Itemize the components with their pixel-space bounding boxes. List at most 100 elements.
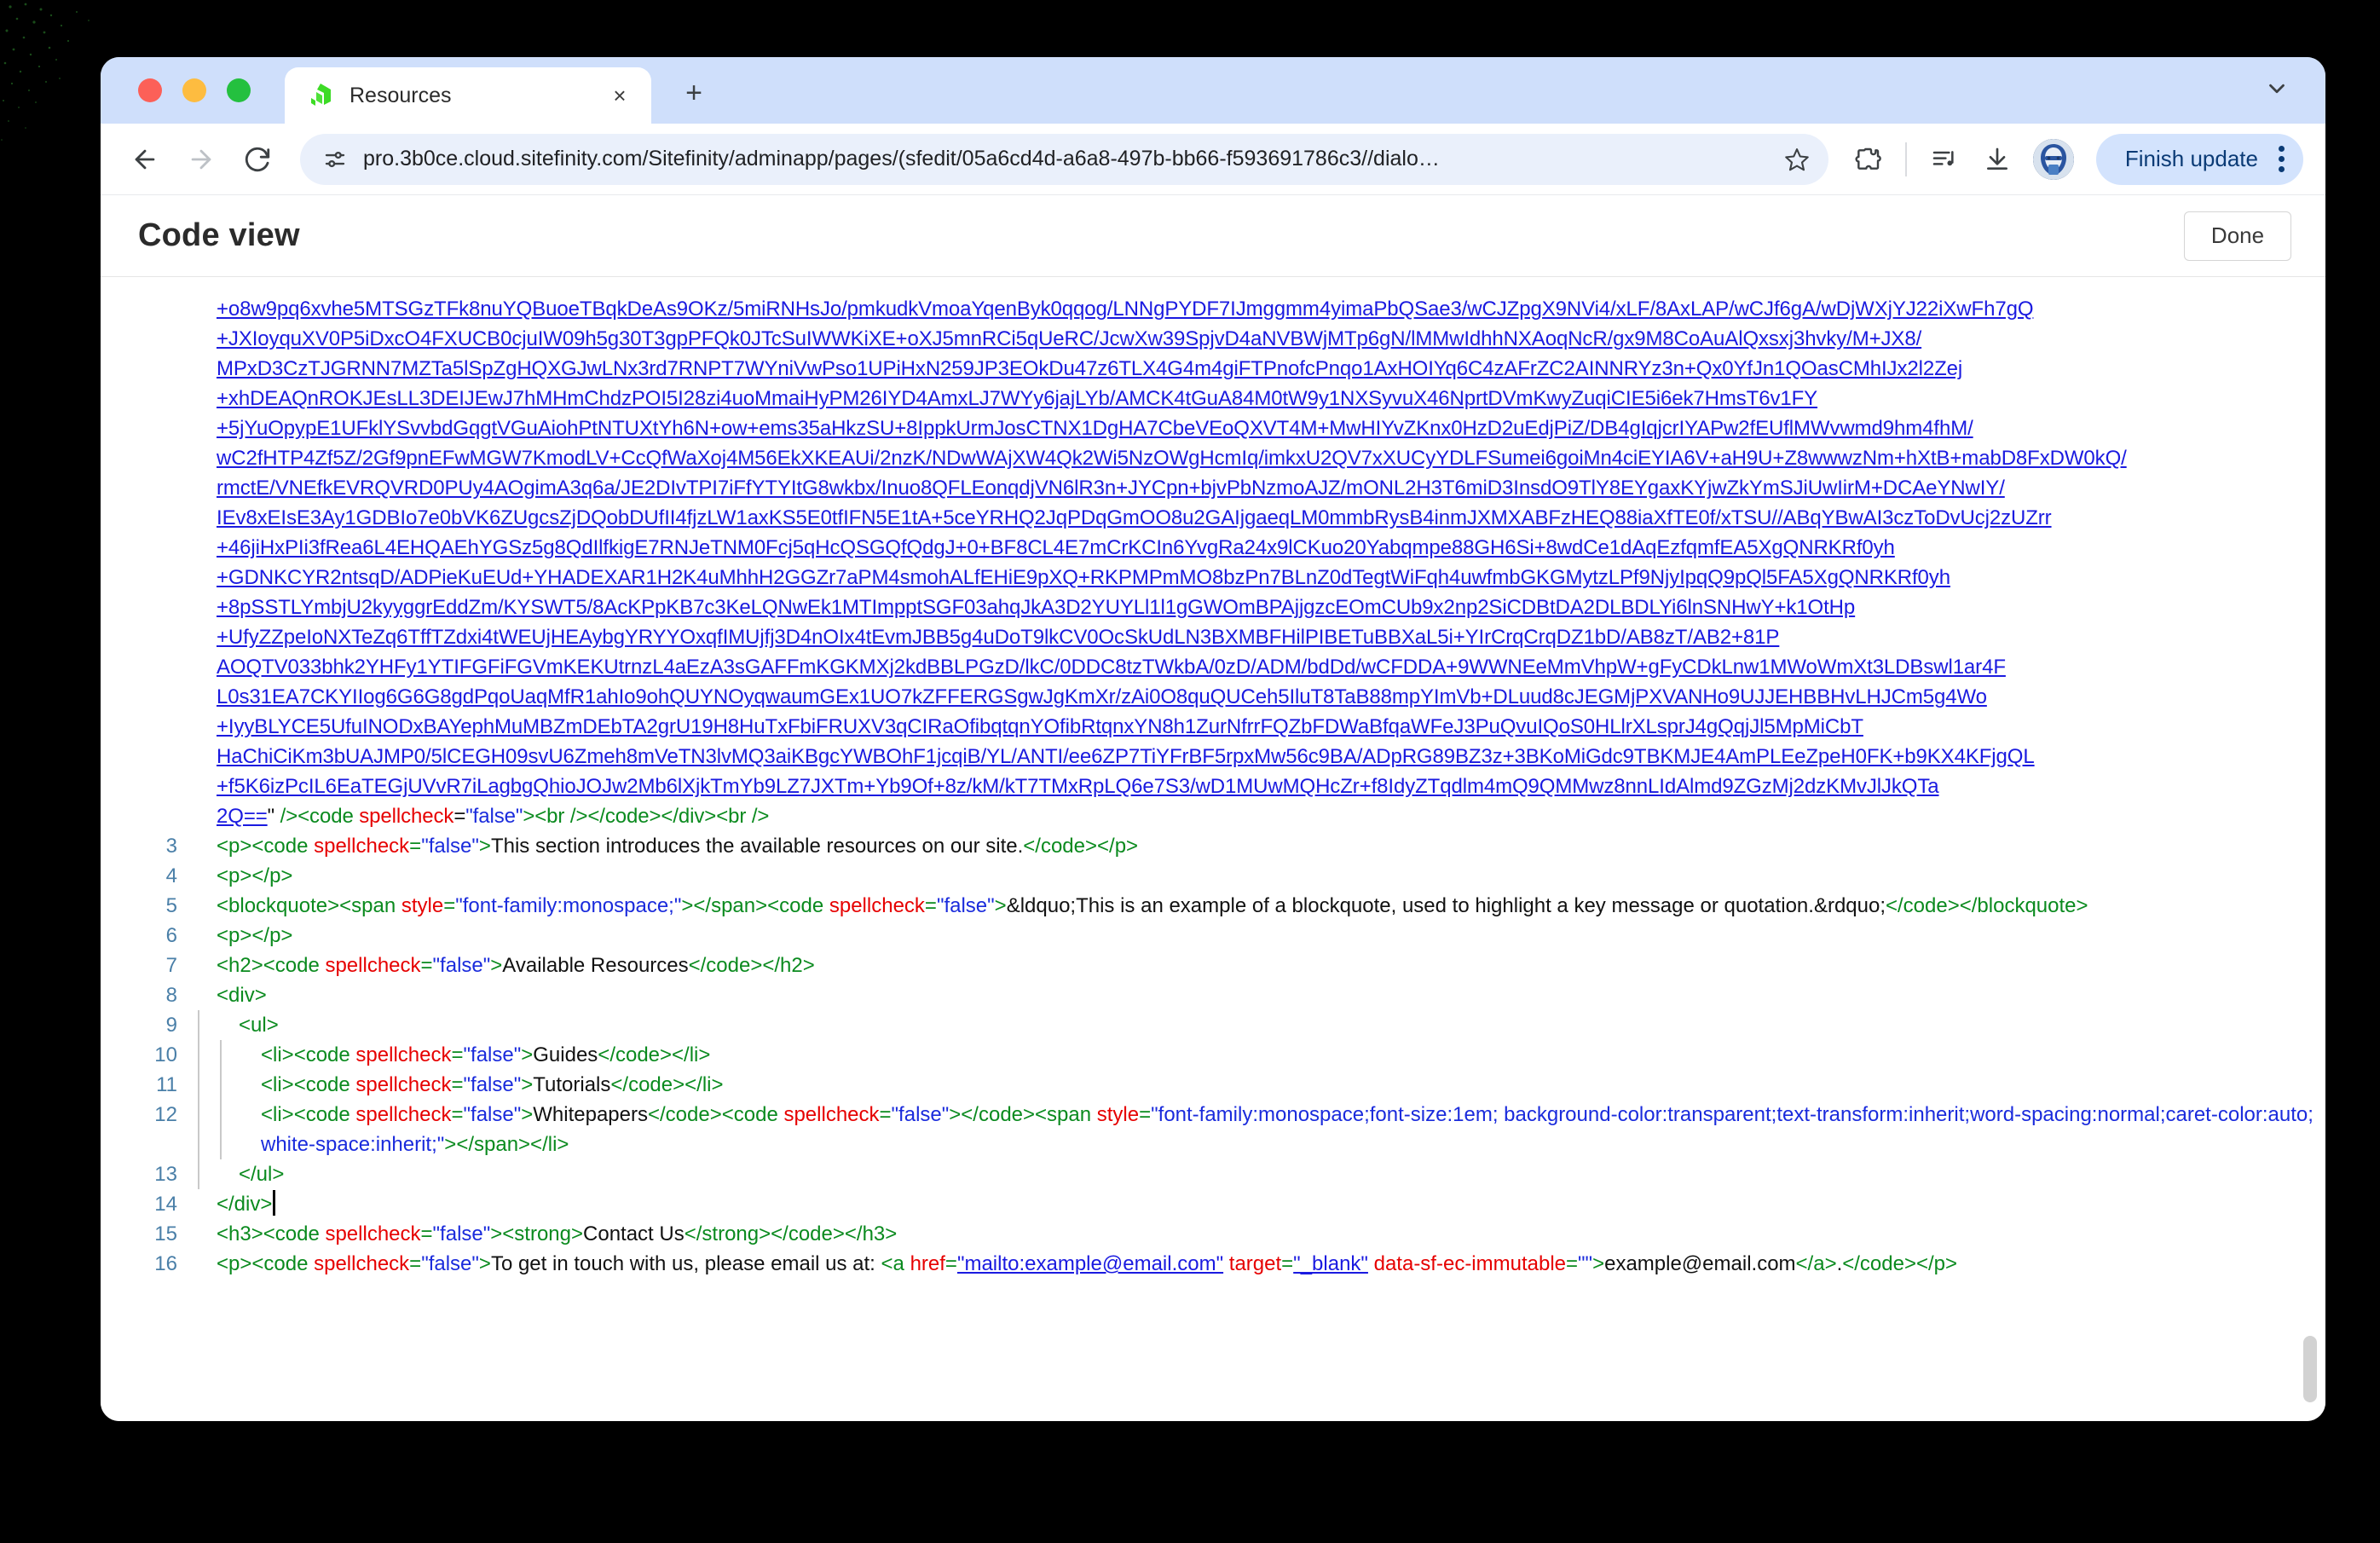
code-line-content[interactable]: </ul> bbox=[196, 1159, 2325, 1189]
new-tab-button[interactable]: + bbox=[675, 74, 713, 112]
base64-line[interactable]: +xhDEAQnROKJEsLL3DEIJEwJ7hMHmChdzPOI5I28… bbox=[217, 384, 2172, 413]
code-token-txt: Tutorials bbox=[533, 1073, 610, 1096]
line-number: 8 bbox=[101, 980, 196, 1010]
base64-line[interactable]: HaChiCiKm3bUAJMP0/5lCEGH09svU6Zmeh8mVeTN… bbox=[217, 742, 2172, 772]
base64-line[interactable]: 2Q==" /><code spellcheck="false"><br /><… bbox=[217, 801, 2172, 831]
base64-line[interactable]: wC2fHTP4Zf5Z/2Gf9pnEFwMGW7KmodLV+CcQfWaX… bbox=[217, 443, 2172, 473]
address-bar[interactable]: pro.3b0ce.cloud.sitefinity.com/Sitefinit… bbox=[300, 134, 1828, 185]
code-line-content[interactable]: <li><code spellcheck="false">Whitepapers… bbox=[196, 1100, 2325, 1159]
code-line[interactable]: 14</div> bbox=[101, 1189, 2325, 1219]
code-line-content[interactable]: </div> bbox=[196, 1189, 2325, 1219]
base64-line[interactable]: +f5K6izPcIL6EaTEGjUVvR7iLagbgQhioJOJw2Mb… bbox=[217, 772, 2172, 801]
base64-line[interactable]: AOQTV033bhk2YHFy1YTIFGFiFGVmKEKUtrnzL4aE… bbox=[217, 652, 2172, 682]
address-bar-url[interactable]: pro.3b0ce.cloud.sitefinity.com/Sitefinit… bbox=[363, 147, 1769, 171]
base64-line[interactable]: +5jYuOpypE1UFklYSvvbdGqgtVGuAiohPtNTUXtY… bbox=[217, 413, 2172, 443]
code-line-content[interactable]: <p></p> bbox=[196, 921, 2325, 951]
code-token-tag: ></span></li> bbox=[444, 1133, 569, 1156]
base64-line[interactable]: +GDNKCYR2ntsqD/ADPieKuEUd+YHADEXAR1H2K4u… bbox=[217, 563, 2172, 592]
code-line-content[interactable]: <li><code spellcheck="false">Guides</cod… bbox=[196, 1040, 2325, 1070]
code-token-tag: = bbox=[451, 1103, 463, 1126]
base64-line[interactable]: IEv8xEIsE3Ay1GDBIo7e0bVK6ZUgcsZjDQobDUfI… bbox=[217, 503, 2172, 533]
code-line-content[interactable]: <h3><code spellcheck="false"><strong>Con… bbox=[196, 1219, 2325, 1249]
code-token-attr: spellcheck bbox=[829, 894, 925, 917]
code-line[interactable]: 13</ul> bbox=[101, 1159, 2325, 1189]
three-dot-menu-icon[interactable] bbox=[2272, 146, 2291, 172]
base64-line[interactable]: +IyyBLYCE5UfuINODxBAYephMuMBZmDEbTA2grU1… bbox=[217, 712, 2172, 742]
close-window-button[interactable] bbox=[138, 78, 162, 102]
code-line[interactable]: 4<p></p> bbox=[101, 861, 2325, 891]
code-token-val: "false" bbox=[421, 835, 479, 858]
code-line-content[interactable]: <ul> bbox=[196, 1010, 2325, 1040]
code-line-content[interactable]: <h2><code spellcheck="false">Available R… bbox=[196, 951, 2325, 980]
code-line[interactable]: 15<h3><code spellcheck="false"><strong>C… bbox=[101, 1219, 2325, 1249]
code-line-content[interactable]: <div> bbox=[196, 980, 2325, 1010]
code-token-tag: </code></p> bbox=[1023, 835, 1138, 858]
base64-line[interactable]: +8pSSTLYmbjU2kyyggrEddZm/KYSWT5/8AcKPpKB… bbox=[217, 592, 2172, 622]
code-token-tag: <h2><code bbox=[217, 954, 325, 977]
download-icon[interactable] bbox=[1973, 136, 2021, 183]
minimize-window-button[interactable] bbox=[182, 78, 206, 102]
finish-update-button[interactable]: Finish update bbox=[2096, 134, 2303, 185]
code-line-content[interactable]: <p></p> bbox=[196, 861, 2325, 891]
code-line-content[interactable]: <blockquote><span style="font-family:mon… bbox=[196, 891, 2325, 921]
base64-tail[interactable]: 2Q== bbox=[217, 805, 268, 828]
code-token-tag: = bbox=[1566, 1252, 1578, 1275]
code-editor-scroll-area[interactable]: +o8w9pq6xvhe5MTSGzTFk8nuYQBuoeTBqkDeAs9O… bbox=[101, 277, 2325, 1421]
chevron-down-icon[interactable] bbox=[2257, 69, 2296, 108]
code-line[interactable]: 9<ul> bbox=[101, 1010, 2325, 1040]
browser-tab-resources[interactable]: Resources × bbox=[285, 67, 651, 124]
reload-button[interactable] bbox=[232, 134, 283, 185]
base64-line[interactable]: MPxD3CzTJGRNN7MZTa5lSpZgHQXGJwLNx3rd7RNP… bbox=[217, 354, 2172, 384]
star-icon[interactable] bbox=[1784, 147, 1810, 172]
code-editor[interactable]: +o8w9pq6xvhe5MTSGzTFk8nuYQBuoeTBqkDeAs9O… bbox=[101, 277, 2325, 1421]
base64-line[interactable]: +46jiHxPIi3fRea6L4EHQAEhYGSz5g8QdIlfkigE… bbox=[217, 533, 2172, 563]
code-token-tag: > bbox=[521, 1043, 533, 1066]
code-line[interactable]: 16<p><code spellcheck="false">To get in … bbox=[101, 1249, 2325, 1279]
code-line[interactable]: 3<p><code spellcheck="false">This sectio… bbox=[101, 831, 2325, 861]
maximize-window-button[interactable] bbox=[227, 78, 251, 102]
code-token-tag: ><strong> bbox=[490, 1222, 583, 1245]
code-token-tag: = bbox=[421, 1222, 433, 1245]
code-line[interactable]: 12<li><code spellcheck="false">Whitepape… bbox=[101, 1100, 2325, 1159]
code-line[interactable]: 6<p></p> bbox=[101, 921, 2325, 951]
code-line[interactable]: 5<blockquote><span style="font-family:mo… bbox=[101, 891, 2325, 921]
code-token-tag: <div> bbox=[217, 984, 267, 1007]
media-playlist-icon[interactable] bbox=[1921, 136, 1968, 183]
code-token-val: "font-family:monospace;" bbox=[455, 894, 681, 917]
code-token-tag: </code></li> bbox=[598, 1043, 710, 1066]
close-tab-button[interactable]: × bbox=[605, 81, 634, 110]
code-line[interactable]: 10<li><code spellcheck="false">Guides</c… bbox=[101, 1040, 2325, 1070]
back-button[interactable] bbox=[119, 134, 170, 185]
base64-line[interactable]: +UfyZZpeIoNXTeZq6TffTZdxi4tWEUjHEAybgYRY… bbox=[217, 622, 2172, 652]
base64-line[interactable]: L0s31EA7CKYIIog6G6G8gdPqoUaqMfR1ahIo9ohQ… bbox=[217, 682, 2172, 712]
base64-line[interactable]: +o8w9pq6xvhe5MTSGzTFk8nuYQBuoeTBqkDeAs9O… bbox=[217, 294, 2172, 324]
code-token-attr: spellcheck bbox=[314, 1252, 409, 1275]
code-line[interactable]: 7<h2><code spellcheck="false">Available … bbox=[101, 951, 2325, 980]
code-token-val: "" bbox=[1578, 1252, 1592, 1275]
code-blob-wrapped-line[interactable]: +o8w9pq6xvhe5MTSGzTFk8nuYQBuoeTBqkDeAs9O… bbox=[101, 294, 2325, 831]
code-token-txt: To get in touch with us, please email us… bbox=[491, 1252, 881, 1275]
base64-line[interactable]: +JXIoyquXV0P5iDxcO4FXUCB0cjuIW09h5g30T3g… bbox=[217, 324, 2172, 354]
line-number: 16 bbox=[101, 1249, 196, 1279]
forward-button[interactable] bbox=[176, 134, 227, 185]
code-lines-container[interactable]: 3<p><code spellcheck="false">This sectio… bbox=[101, 831, 2325, 1279]
code-line-content[interactable]: <p><code spellcheck="false">To get in to… bbox=[196, 1249, 2325, 1279]
tune-site-settings-icon[interactable] bbox=[322, 147, 348, 172]
base64-line[interactable]: rmctE/VNEfkEVRQVRD0PUy4AOgimA3q6a/JE2DIv… bbox=[217, 473, 2172, 503]
base64-data-uri-text[interactable]: +o8w9pq6xvhe5MTSGzTFk8nuYQBuoeTBqkDeAs9O… bbox=[196, 294, 2325, 831]
code-token-tag: </div> bbox=[217, 1193, 272, 1216]
code-line-content[interactable]: <li><code spellcheck="false">Tutorials</… bbox=[196, 1070, 2325, 1100]
profile-avatar[interactable] bbox=[2033, 139, 2074, 180]
code-token-link[interactable]: "mailto:example@email.com" bbox=[957, 1252, 1223, 1275]
done-button[interactable]: Done bbox=[2184, 211, 2291, 261]
code-line[interactable]: 11<li><code spellcheck="false">Tutorials… bbox=[101, 1070, 2325, 1100]
code-token-tag: <h3><code bbox=[217, 1222, 325, 1245]
code-line[interactable]: 8 <div> bbox=[101, 980, 2325, 1010]
editor-vertical-scrollbar[interactable] bbox=[2303, 1336, 2317, 1402]
code-line-content[interactable]: <p><code spellcheck="false">This section… bbox=[196, 831, 2325, 861]
code-token-tag: </code></li> bbox=[610, 1073, 723, 1096]
code-token-tag: = bbox=[451, 1043, 463, 1066]
code-token-tag: = bbox=[443, 894, 455, 917]
window-traffic-lights bbox=[124, 57, 259, 124]
extensions-puzzle-icon[interactable] bbox=[1844, 136, 1892, 183]
